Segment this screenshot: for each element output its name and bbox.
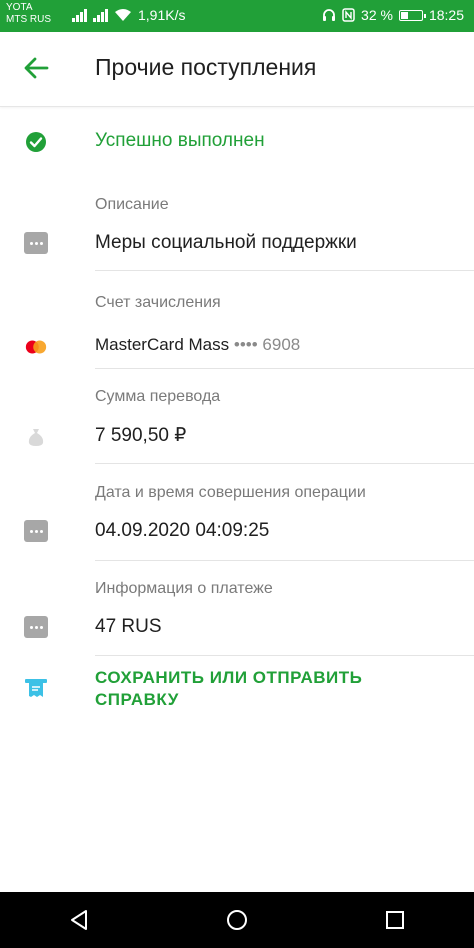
payment-info-label: Информация о платеже: [95, 580, 273, 597]
battery-percent: 32 %: [361, 7, 393, 23]
money-bag-icon: [24, 424, 48, 448]
amount-label: Сумма перевода: [95, 388, 221, 405]
datetime-label: Дата и время совершения операции: [95, 484, 366, 501]
divider: [95, 270, 474, 271]
wifi-icon: [115, 9, 131, 21]
divider: [95, 368, 474, 369]
account-name: MasterCard Mass: [95, 335, 230, 354]
system-nav-bar: [0, 892, 474, 948]
more-dots-icon: [24, 231, 48, 255]
receipt-icon[interactable]: [24, 676, 48, 700]
network-speed: 1,91K/s: [138, 7, 186, 23]
check-circle-icon: [24, 130, 48, 154]
carrier-info: YOTA MTS RUS: [6, 2, 51, 26]
clock: 18:25: [428, 7, 464, 23]
network-indicators: 1,91K/s: [72, 7, 185, 23]
account-value: MasterCard Mass •••• 6908: [95, 335, 300, 355]
arrow-left-icon: [24, 57, 49, 79]
account-mask: •••• 6908: [233, 335, 301, 354]
divider: [95, 560, 474, 561]
amount-value: 7 590,50 ₽: [95, 425, 187, 446]
description-value: Меры социальной поддержки: [95, 232, 357, 253]
payment-info-value: 47 RUS: [95, 616, 162, 637]
carrier-1: YOTA: [6, 2, 33, 13]
divider: [95, 655, 474, 656]
save-send-receipt-button[interactable]: СОХРАНИТЬ ИЛИ ОТПРАВИТЬ СПРАВКУ: [95, 667, 425, 711]
nfc-icon: [342, 8, 355, 22]
triangle-back-icon: [71, 910, 87, 930]
app-bar: Прочие поступления: [0, 32, 474, 107]
square-recents-icon: [386, 911, 404, 929]
status-bar: YOTA MTS RUS 1,91K/s 32 % 18:25: [0, 0, 474, 32]
system-indicators: 32 % 18:25: [322, 7, 464, 23]
signal-1-icon: [72, 8, 87, 22]
nav-home-button[interactable]: [217, 900, 257, 940]
carrier-2: MTS RUS: [6, 14, 51, 25]
mastercard-icon: [24, 335, 48, 359]
battery-icon: [398, 9, 426, 21]
circle-home-icon: [227, 910, 247, 930]
more-dots-icon: [24, 519, 48, 543]
page-title: Прочие поступления: [95, 54, 317, 80]
signal-2-icon: [93, 8, 108, 22]
nav-recents-button[interactable]: [375, 900, 415, 940]
more-dots-icon: [24, 615, 48, 639]
headset-icon: [323, 9, 336, 21]
account-label: Счет зачисления: [95, 294, 221, 311]
nav-back-button[interactable]: [59, 900, 99, 940]
back-button[interactable]: [20, 52, 52, 84]
description-label: Описание: [95, 196, 169, 213]
operation-status: Успешно выполнен: [95, 130, 265, 151]
divider: [95, 463, 474, 464]
datetime-value: 04.09.2020 04:09:25: [95, 520, 270, 541]
